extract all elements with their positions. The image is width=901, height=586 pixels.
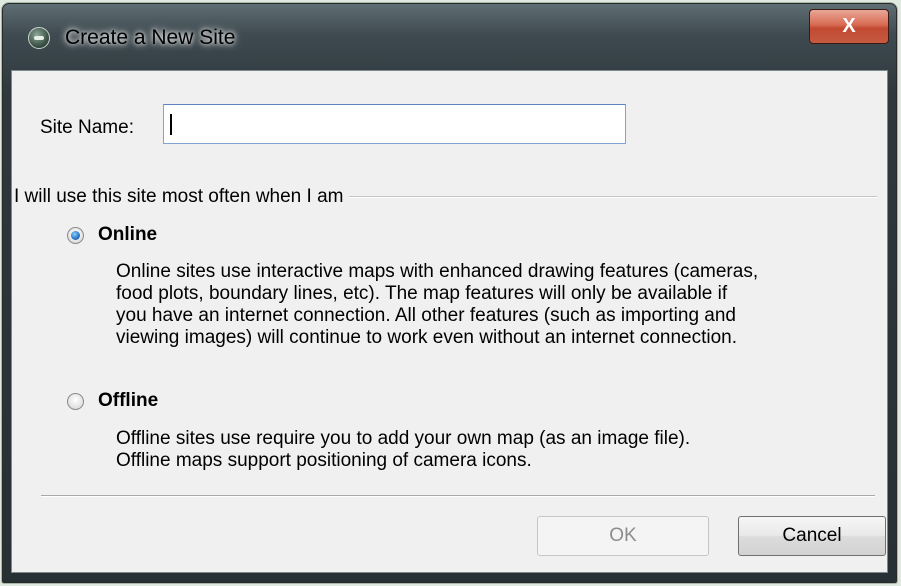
usage-group-label: I will use this site most often when I a… (14, 186, 350, 208)
online-description-line: viewing images) will continue to work ev… (116, 327, 737, 348)
online-description-line: you have an internet connection. All oth… (116, 305, 736, 326)
app-logo-icon (28, 27, 50, 49)
offline-description-line: Offline sites use require you to add you… (116, 428, 691, 449)
ok-button[interactable]: OK (537, 516, 709, 556)
close-button[interactable]: X (809, 9, 889, 44)
dialog-content: Site Name: I will use this site most oft… (11, 70, 888, 573)
dialog-window: Create a New Site X Site Name: I will us… (2, 3, 897, 583)
text-caret (170, 114, 172, 135)
online-description-line: food plots, boundary lines, etc). The ma… (116, 283, 728, 304)
title-bar[interactable]: Create a New Site X (3, 4, 896, 70)
radio-checked-icon[interactable] (67, 227, 84, 244)
cancel-button[interactable]: Cancel (738, 516, 886, 556)
online-description-line: Online sites use interactive maps with e… (116, 261, 759, 282)
online-description: Online sites use interactive maps with e… (116, 261, 758, 349)
offline-radio-label[interactable]: Offline (98, 390, 158, 412)
offline-description: Offline sites use require you to add you… (116, 428, 690, 472)
close-icon: X (842, 15, 856, 37)
site-name-label: Site Name: (40, 117, 134, 138)
window-title: Create a New Site (65, 26, 236, 49)
site-name-input[interactable] (163, 104, 626, 144)
button-separator (41, 495, 875, 497)
online-radio-label[interactable]: Online (98, 224, 157, 246)
offline-description-line: Offline maps support positioning of came… (116, 450, 532, 471)
radio-unchecked-icon[interactable] (67, 393, 84, 410)
